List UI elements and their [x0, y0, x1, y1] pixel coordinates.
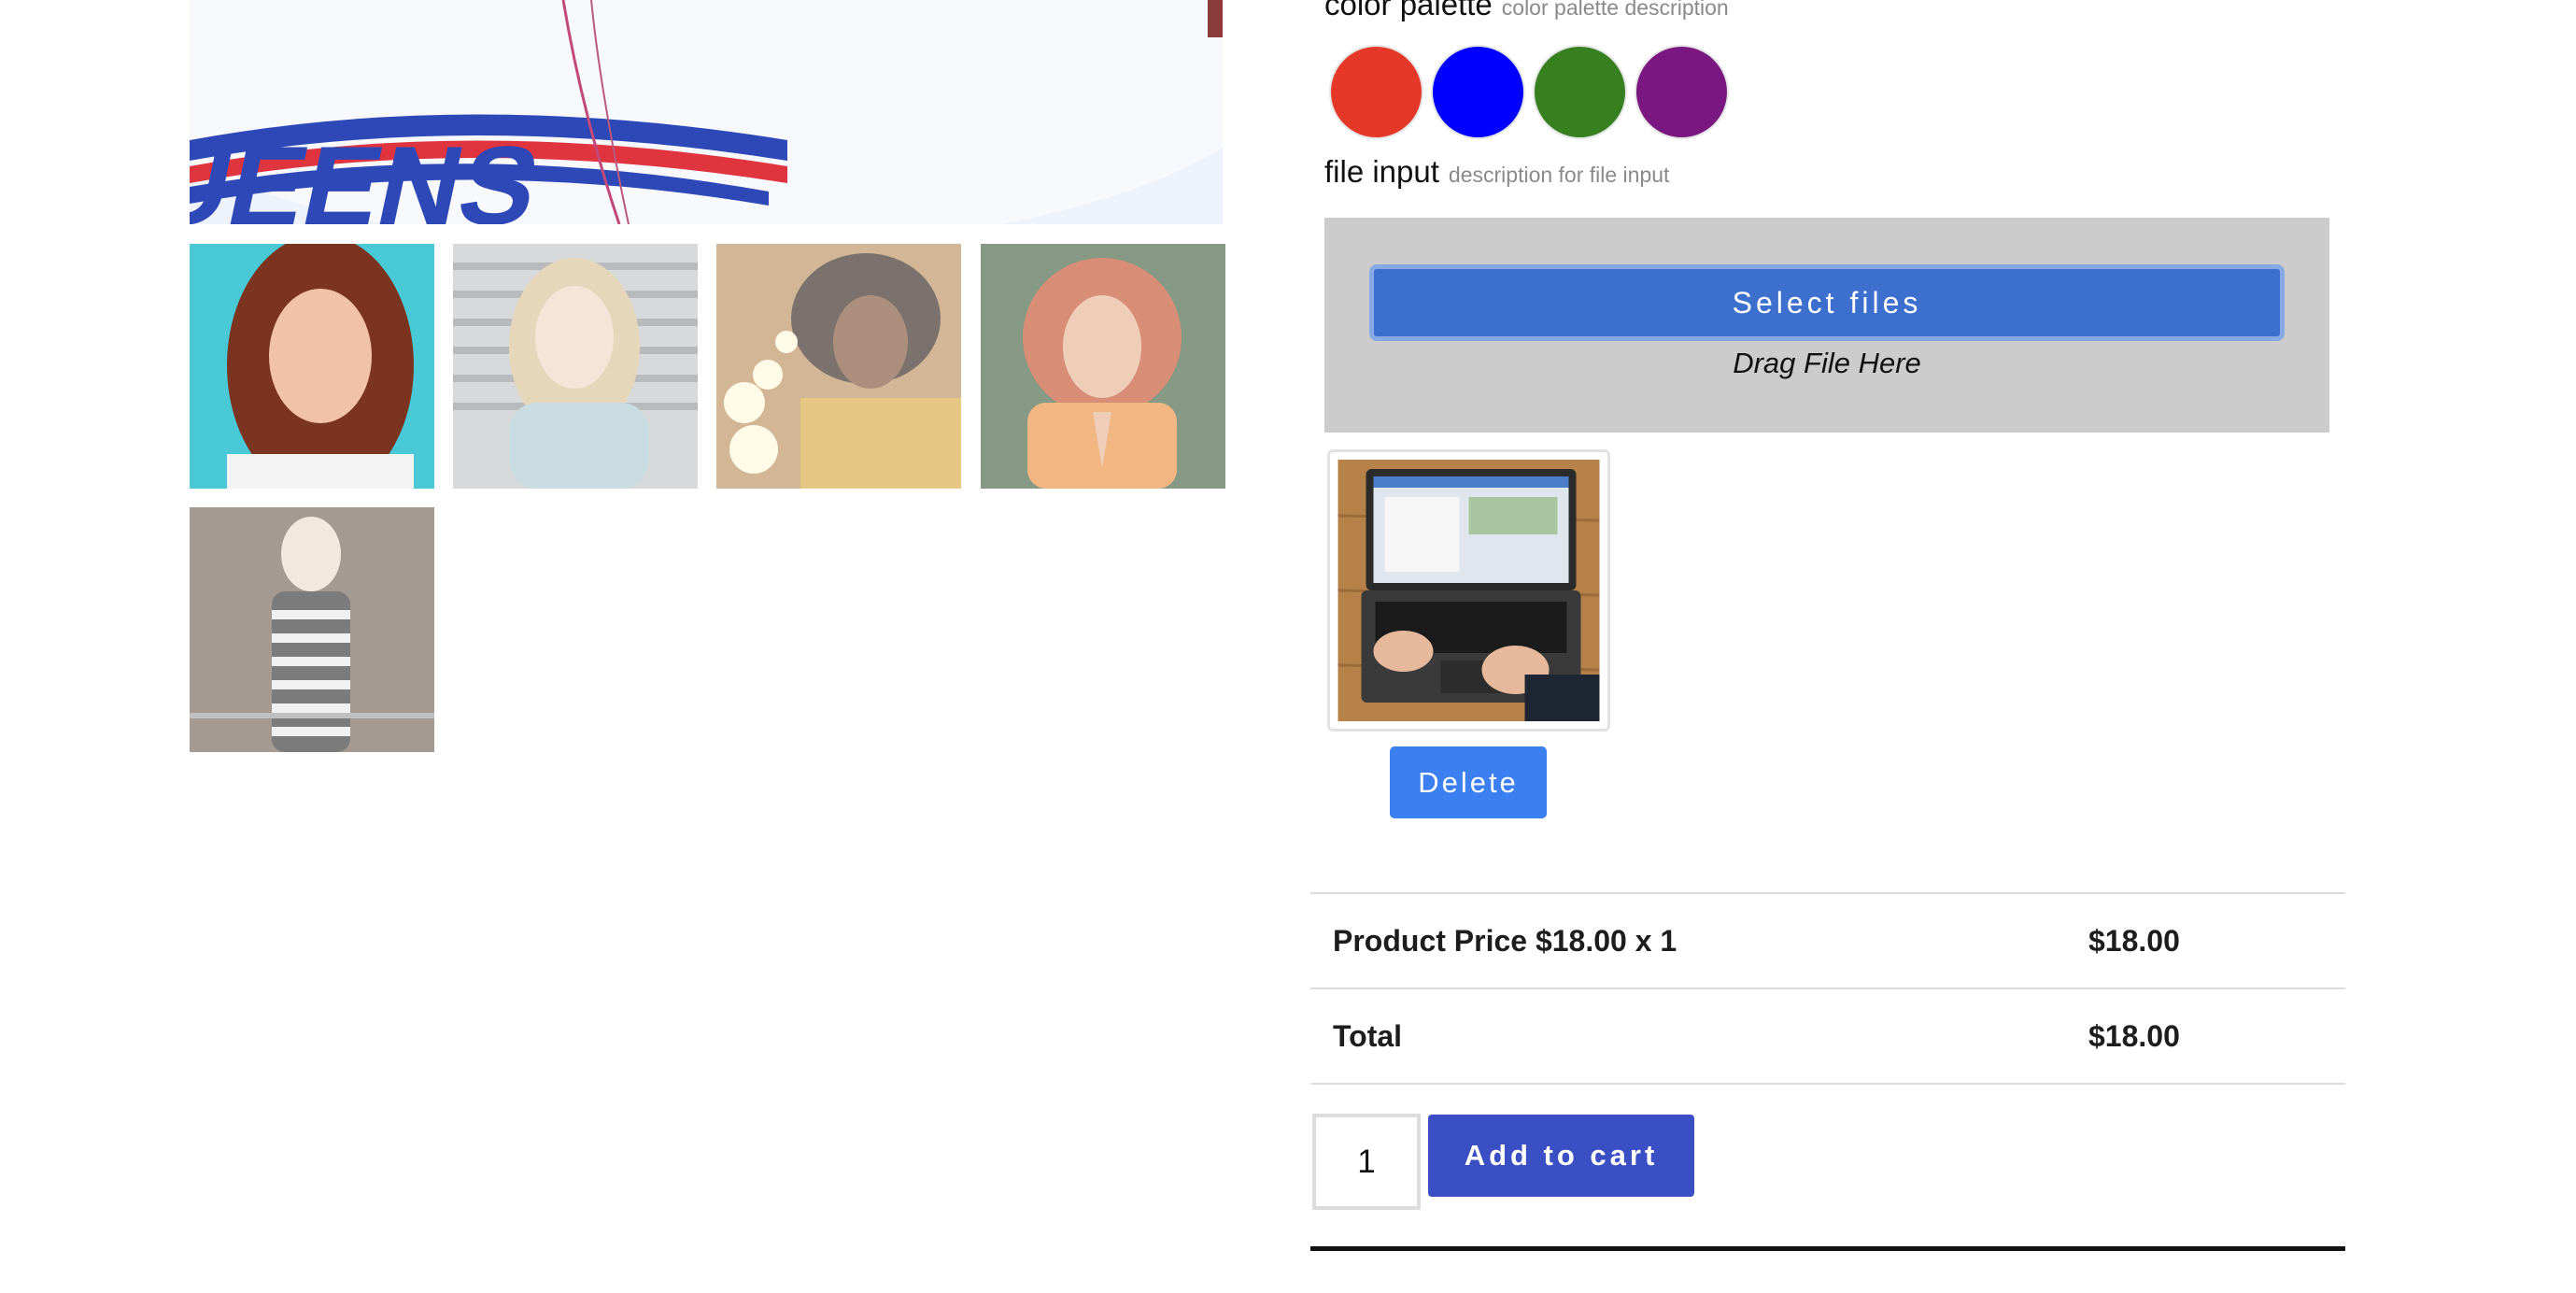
gallery-thumb-5[interactable]: [190, 507, 434, 752]
main-product-image: UEENS: [190, 0, 1223, 224]
color-palette-title: color palette: [1324, 0, 1493, 21]
file-input-description: description for file input: [1448, 163, 1670, 187]
total-value: $18.00: [2088, 1019, 2180, 1053]
gallery-thumb-3[interactable]: [716, 244, 961, 489]
svg-text:UEENS: UEENS: [190, 122, 549, 224]
product-page: UEENS color palette color palette descri…: [0, 0, 2576, 1293]
gallery-thumb-1[interactable]: [190, 244, 434, 489]
delete-file-button[interactable]: Delete: [1390, 746, 1547, 818]
product-price-value: $18.00: [2088, 924, 2180, 958]
add-to-cart-button[interactable]: Add to cart: [1428, 1115, 1694, 1197]
product-price-row: Product Price $18.00 x 1 $18.00: [1310, 894, 2345, 989]
total-label: Total: [1333, 1019, 1403, 1053]
file-input-title: file input: [1324, 154, 1439, 189]
laptop-image: [1338, 460, 1600, 721]
swatch-purple[interactable]: [1635, 45, 1729, 139]
select-files-button[interactable]: Select files: [1369, 264, 2285, 341]
divider: [1310, 1246, 2345, 1251]
swatch-blue[interactable]: [1431, 45, 1525, 139]
file-dropzone[interactable]: Select files Drag File Here: [1324, 218, 2329, 433]
gallery-thumb-4[interactable]: [981, 244, 1225, 489]
file-input-label: file input description for file input: [1324, 154, 1669, 190]
product-price-label: Product Price $18.00 x 1: [1333, 924, 1677, 958]
color-palette-description: color palette description: [1501, 0, 1729, 20]
swatch-green[interactable]: [1533, 45, 1627, 139]
color-palette-label: color palette color palette description: [1324, 0, 1729, 22]
gallery-thumb-2[interactable]: [453, 244, 698, 489]
quantity-input[interactable]: [1312, 1114, 1421, 1210]
drag-file-text: Drag File Here: [1733, 347, 1921, 379]
uploaded-file-preview: [1327, 449, 1610, 732]
swatch-red[interactable]: [1329, 45, 1423, 139]
total-row: Total $18.00: [1310, 989, 2345, 1085]
price-summary-table: Product Price $18.00 x 1 $18.00 Total $1…: [1310, 892, 2345, 1085]
